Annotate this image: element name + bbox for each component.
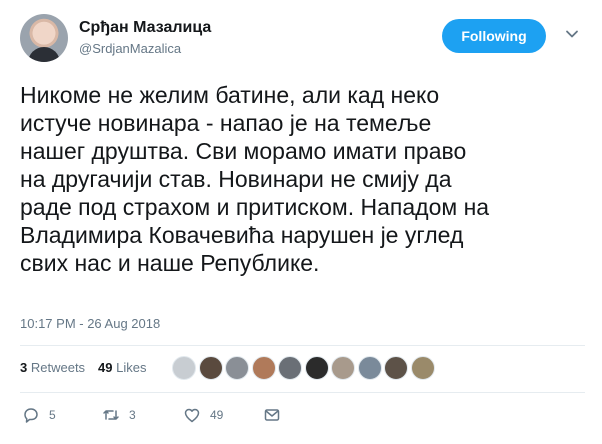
liker-avatar[interactable] [410, 356, 435, 380]
like-count: 49 [210, 408, 224, 422]
liker-avatar[interactable] [251, 356, 276, 380]
engagement-stats: 3 Retweets 49 Likes [20, 348, 585, 388]
retweets-label: Retweets [30, 360, 86, 375]
tweet-line: Владимира Ковачевића нарушен је углед [20, 222, 464, 248]
following-button[interactable]: Following [442, 19, 546, 53]
liker-avatar[interactable] [225, 356, 249, 380]
author-handle[interactable]: @SrdjanMazalica [79, 41, 181, 56]
reply-button[interactable]: 5 [22, 406, 56, 424]
heart-icon [184, 408, 200, 423]
likes-label: Likes [116, 360, 147, 375]
liker-avatar[interactable] [357, 356, 382, 380]
reply-icon [24, 408, 38, 423]
like-button[interactable]: 49 [183, 406, 223, 424]
tweet-timestamp[interactable]: 10:17 PM - 26 Aug 2018 [20, 316, 160, 331]
tweet-text: Никоме не желим батине, али кад неко ист… [20, 81, 585, 277]
tweet-line: раде под страхом и притиском. Нападом на [20, 194, 490, 220]
tweet-header: Срђан Мазалица @SrdjanMazalica Following [20, 13, 585, 69]
direct-message-button[interactable] [263, 406, 281, 424]
likes-count: 49 [98, 360, 113, 375]
liker-avatar[interactable] [384, 356, 408, 380]
retweets-count: 3 [20, 360, 28, 375]
liker-avatar[interactable] [198, 356, 223, 380]
likes-stat[interactable]: 49 Likes [98, 360, 146, 375]
liker-avatar[interactable] [278, 356, 302, 380]
author-name[interactable]: Срђан Мазалица [79, 19, 211, 37]
retweets-stat[interactable]: 3 Retweets [20, 360, 85, 375]
liker-avatar[interactable] [304, 356, 329, 380]
reply-count: 5 [49, 408, 56, 422]
retweet-icon [103, 410, 119, 420]
retweet-button[interactable]: 3 [102, 406, 136, 424]
liker-avatar[interactable] [331, 356, 355, 380]
envelope-icon [264, 409, 280, 421]
retweet-count: 3 [129, 408, 136, 422]
tweet-line: на другачији став. Новинари не смију да [20, 166, 452, 192]
liker-avatar[interactable] [172, 356, 196, 380]
tweet-actions: 5 3 49 [20, 402, 585, 430]
divider [20, 392, 585, 393]
tweet-line: свих нас и наше Републике. [20, 250, 320, 276]
tweet-line: нашег друштва. Сви морамо имати право [20, 138, 467, 164]
tweet-line: истуче новинара - напао је на темеље [20, 110, 432, 136]
divider [20, 345, 585, 346]
author-avatar[interactable] [20, 14, 68, 62]
tweet-line: Никоме не желим батине, али кад неко [20, 82, 440, 108]
chevron-down-icon[interactable] [565, 27, 579, 41]
